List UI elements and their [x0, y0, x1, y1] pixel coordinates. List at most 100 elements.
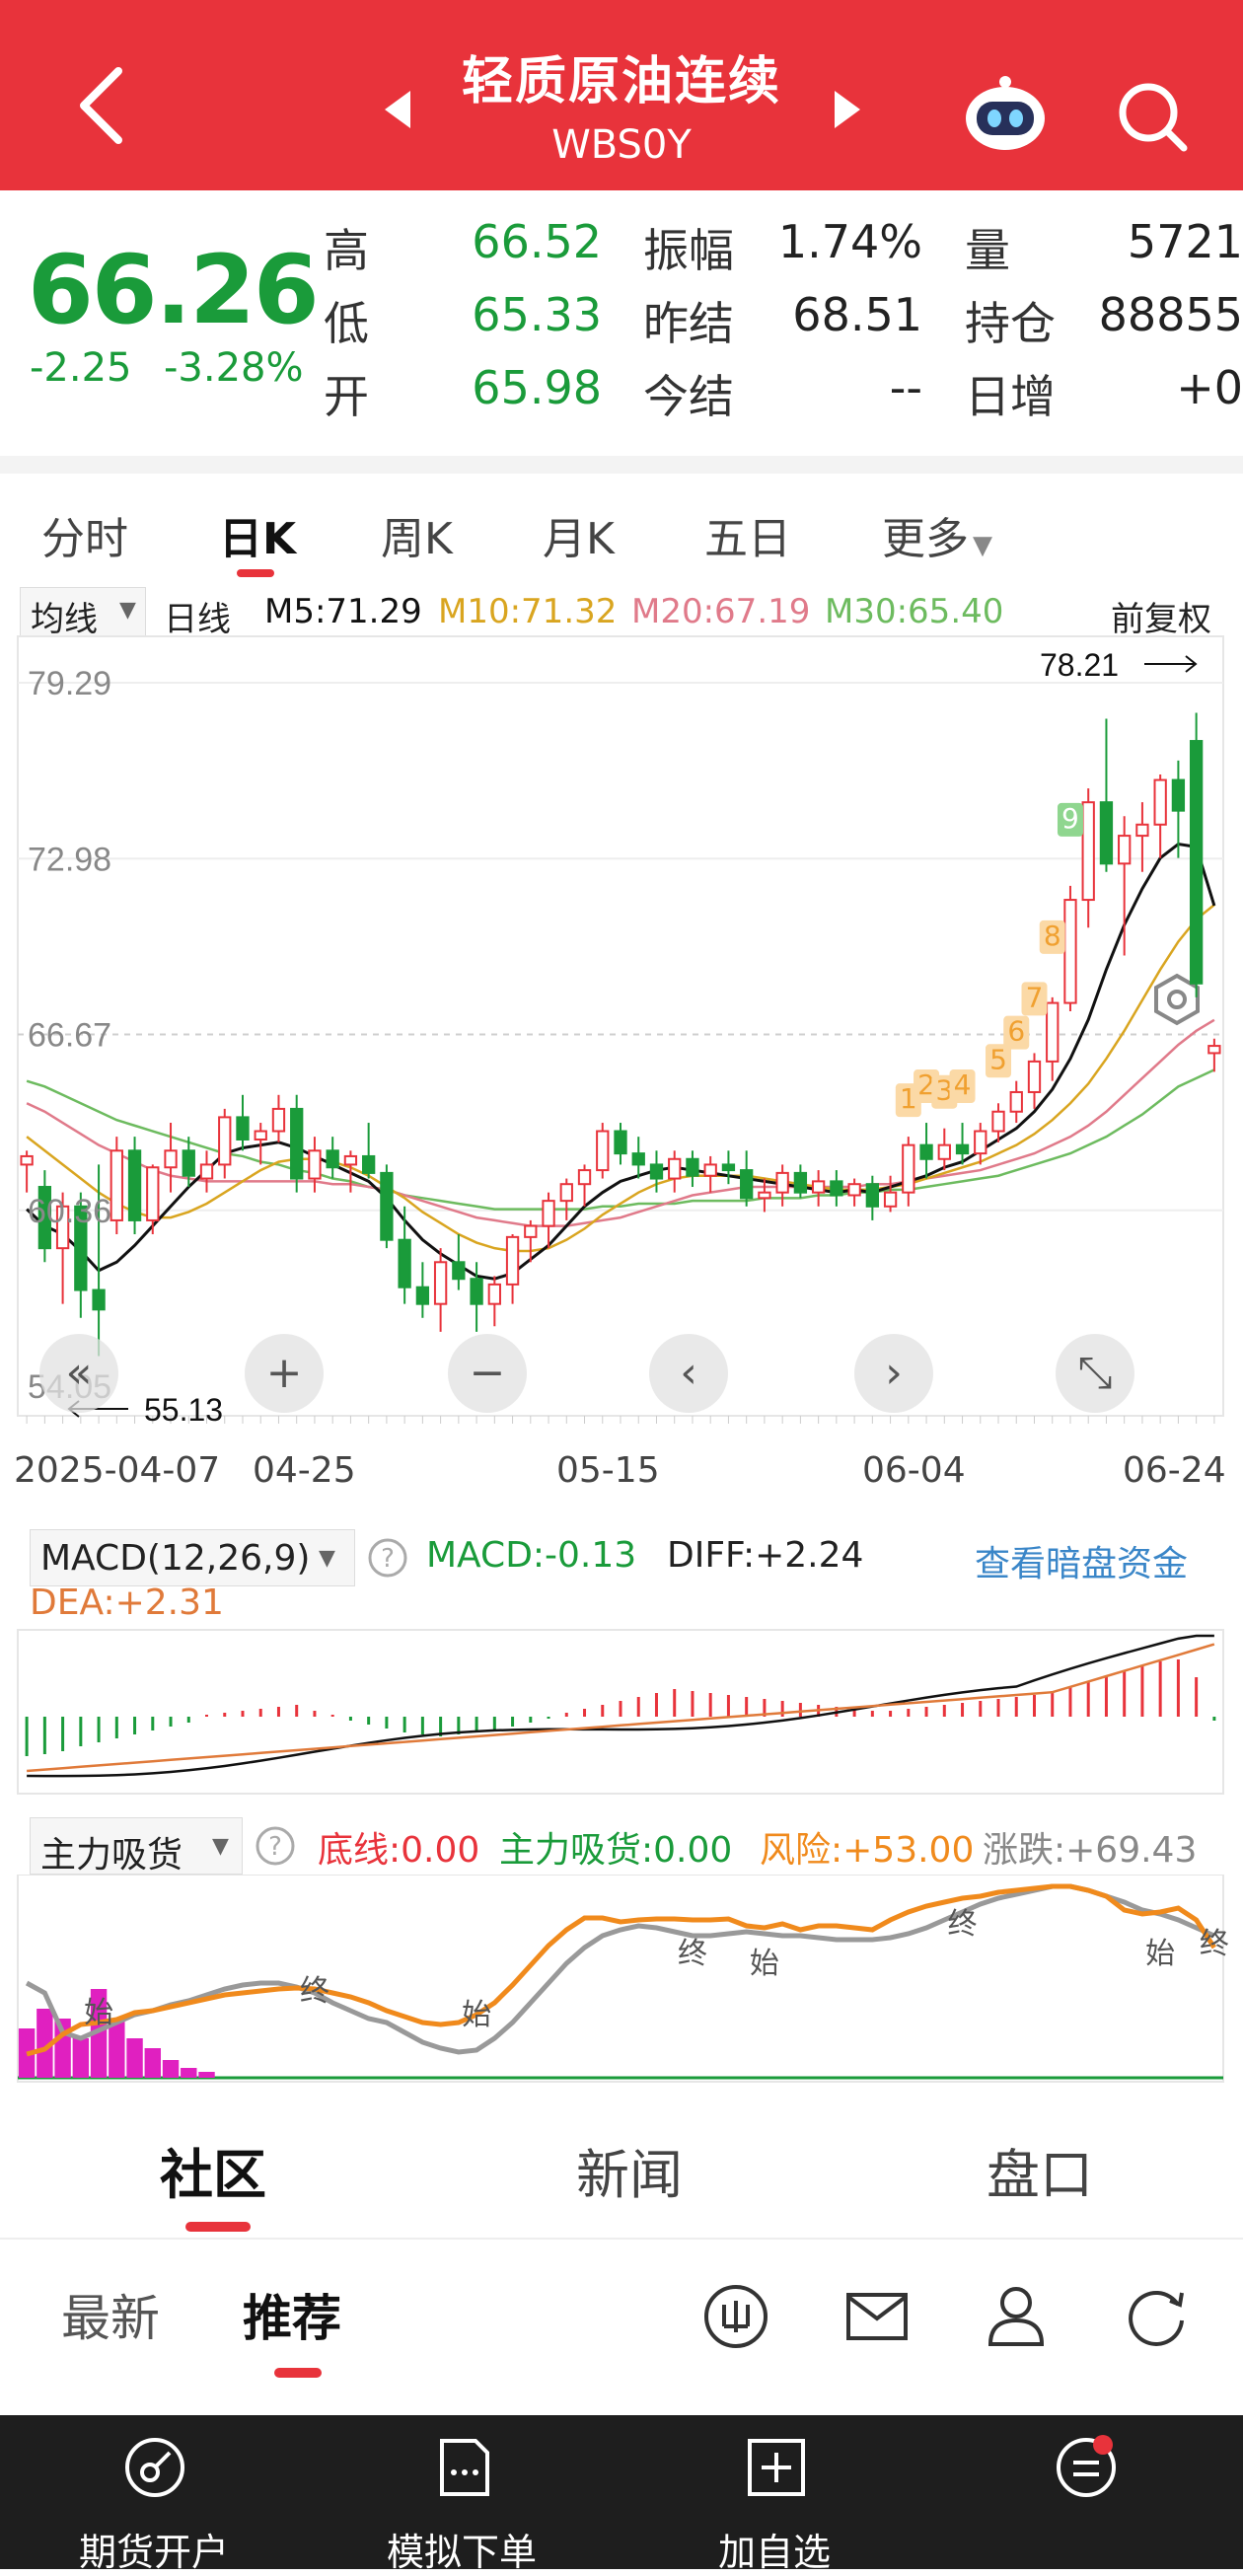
candle-body — [631, 1152, 645, 1166]
candle-body — [452, 1261, 466, 1281]
value-open-interest: 88855 — [1098, 288, 1243, 341]
tab-order-book[interactable]: 盘口 — [987, 2131, 1093, 2209]
help-icon[interactable]: ? — [255, 1825, 296, 1867]
macd-chart — [17, 1629, 1224, 1795]
candle-body — [614, 1130, 627, 1155]
candle-body — [415, 1286, 430, 1305]
menu-icon[interactable] — [1052, 2433, 1121, 2502]
candle-body — [326, 1149, 339, 1169]
signal-marker: 终 — [948, 1907, 978, 1942]
value-volume: 5721 — [1127, 215, 1243, 268]
ma-selector[interactable]: 均线 ▼ — [20, 587, 146, 639]
label-volume: 量 — [965, 224, 1010, 277]
candle-body — [1063, 899, 1077, 1004]
x-tick-label: 06-04 — [862, 1450, 966, 1491]
dea-value: DEA:+2.31 — [30, 1582, 224, 1623]
candle-body — [487, 1283, 501, 1305]
chart-nav-icon: ⤡ — [1077, 1348, 1112, 1398]
value-settle: -- — [889, 361, 922, 414]
candle-body — [290, 1107, 304, 1180]
instrument-title: 轻质原油连续 — [461, 52, 781, 111]
help-icon[interactable]: ? — [367, 1537, 408, 1579]
add-watchlist-icon[interactable] — [742, 2433, 811, 2502]
candlestick-chart[interactable]: 12345678979.2972.9866.6760.3654.0578.215… — [0, 631, 1243, 1440]
tab-more-label: 更多 — [882, 514, 969, 564]
candle-body — [649, 1163, 664, 1180]
candle-body — [577, 1169, 592, 1186]
macd-selector[interactable]: MACD(12,26,9) ▼ — [30, 1529, 355, 1586]
tab-intraday[interactable]: 分时 — [41, 503, 128, 566]
value-high: 66.52 — [472, 215, 602, 268]
futures-account-button[interactable]: 期货开户 — [79, 2522, 229, 2576]
min-price-label: 55.13 — [144, 1392, 223, 1428]
macd-value: MACD:-0.13 — [426, 1535, 637, 1576]
price-change-pct: -3.28% — [164, 345, 304, 391]
candle-body — [524, 1224, 538, 1238]
label-settle: 今结 — [643, 370, 734, 423]
indicator-selector[interactable]: 主力吸货 ▼ — [30, 1817, 243, 1876]
signal-marker: 终 — [1200, 1927, 1229, 1961]
simulated-order-icon[interactable] — [430, 2433, 499, 2502]
tab-news[interactable]: 新闻 — [576, 2131, 683, 2209]
tab-monthly-k[interactable]: 月K — [543, 503, 615, 566]
mail-icon[interactable] — [844, 2287, 910, 2346]
label-open: 开 — [324, 370, 369, 423]
tab-community[interactable]: 社区 — [160, 2131, 266, 2209]
dark-pool-funds-link[interactable]: 查看暗盘资金 — [975, 1535, 1188, 1586]
candle-body — [668, 1157, 682, 1180]
tab-weekly-k[interactable]: 周K — [381, 503, 453, 566]
candle-body — [1046, 1001, 1060, 1063]
diff-value: DIFF:+2.24 — [667, 1535, 864, 1576]
candle-body — [937, 1143, 951, 1160]
candle-body — [542, 1200, 555, 1227]
signal-marker: 始 — [462, 1998, 491, 2032]
candle-body — [686, 1157, 699, 1177]
svg-text:?: ? — [381, 1544, 395, 1574]
absorb-bar — [126, 2038, 143, 2078]
candle-body — [1171, 778, 1186, 812]
post-icon[interactable] — [700, 2281, 771, 2352]
futures-account-icon[interactable] — [120, 2433, 189, 2502]
search-icon[interactable] — [1113, 77, 1192, 156]
tab-daily-k[interactable]: 日K — [219, 503, 296, 566]
risk-value: 风险:+53.00 — [760, 1830, 975, 1871]
candle-body — [902, 1143, 915, 1194]
signal-marker: 终 — [678, 1937, 707, 1971]
refresh-icon[interactable] — [1123, 2281, 1192, 2350]
bottom-action-bar: 期货开户 模拟下单 加自选 — [0, 2415, 1243, 2574]
tab-more[interactable]: 更多 ▼ — [882, 503, 992, 566]
value-amplitude: 1.74% — [777, 215, 922, 268]
candle-body — [164, 1149, 178, 1169]
candle-body — [740, 1169, 754, 1200]
chart-nav-icon: − — [470, 1348, 506, 1398]
label-amplitude: 振幅 — [643, 224, 734, 277]
robot-assistant-icon[interactable] — [961, 74, 1050, 153]
simulated-order-button[interactable]: 模拟下单 — [387, 2522, 537, 2576]
td-label: 7 — [1026, 981, 1044, 1013]
add-watchlist-button[interactable]: 加自选 — [718, 2522, 831, 2576]
candle-body — [343, 1154, 358, 1166]
candle-body — [1081, 801, 1095, 902]
ma20-value: M20:67.19 — [631, 592, 811, 631]
subtab-latest[interactable]: 最新 — [61, 2279, 160, 2350]
candle-body — [775, 1171, 789, 1194]
absorb-bar — [144, 2048, 161, 2078]
value-open: 65.98 — [472, 361, 602, 414]
candle-body — [146, 1166, 160, 1221]
last-price: 66.26 — [28, 235, 320, 345]
risk-line — [26, 1883, 1216, 2057]
rise-value: 涨跌:+69.43 — [983, 1830, 1198, 1871]
plot-frame — [17, 635, 1224, 1417]
tab-five-day[interactable]: 五日 — [704, 503, 791, 566]
next-instrument-arrow[interactable] — [835, 91, 860, 128]
subtab-recommended[interactable]: 推荐 — [243, 2279, 341, 2350]
candle-body — [865, 1183, 879, 1208]
label-open-interest: 持仓 — [965, 297, 1056, 350]
y-tick-label: 60.36 — [28, 1193, 111, 1230]
candle-body — [1153, 778, 1167, 826]
macd-selector-label: MACD(12,26,9) — [40, 1538, 311, 1579]
candle-body — [919, 1143, 933, 1160]
x-tick-label: 06-24 — [1123, 1450, 1226, 1491]
user-icon[interactable] — [985, 2281, 1048, 2348]
candle-body — [199, 1163, 214, 1180]
